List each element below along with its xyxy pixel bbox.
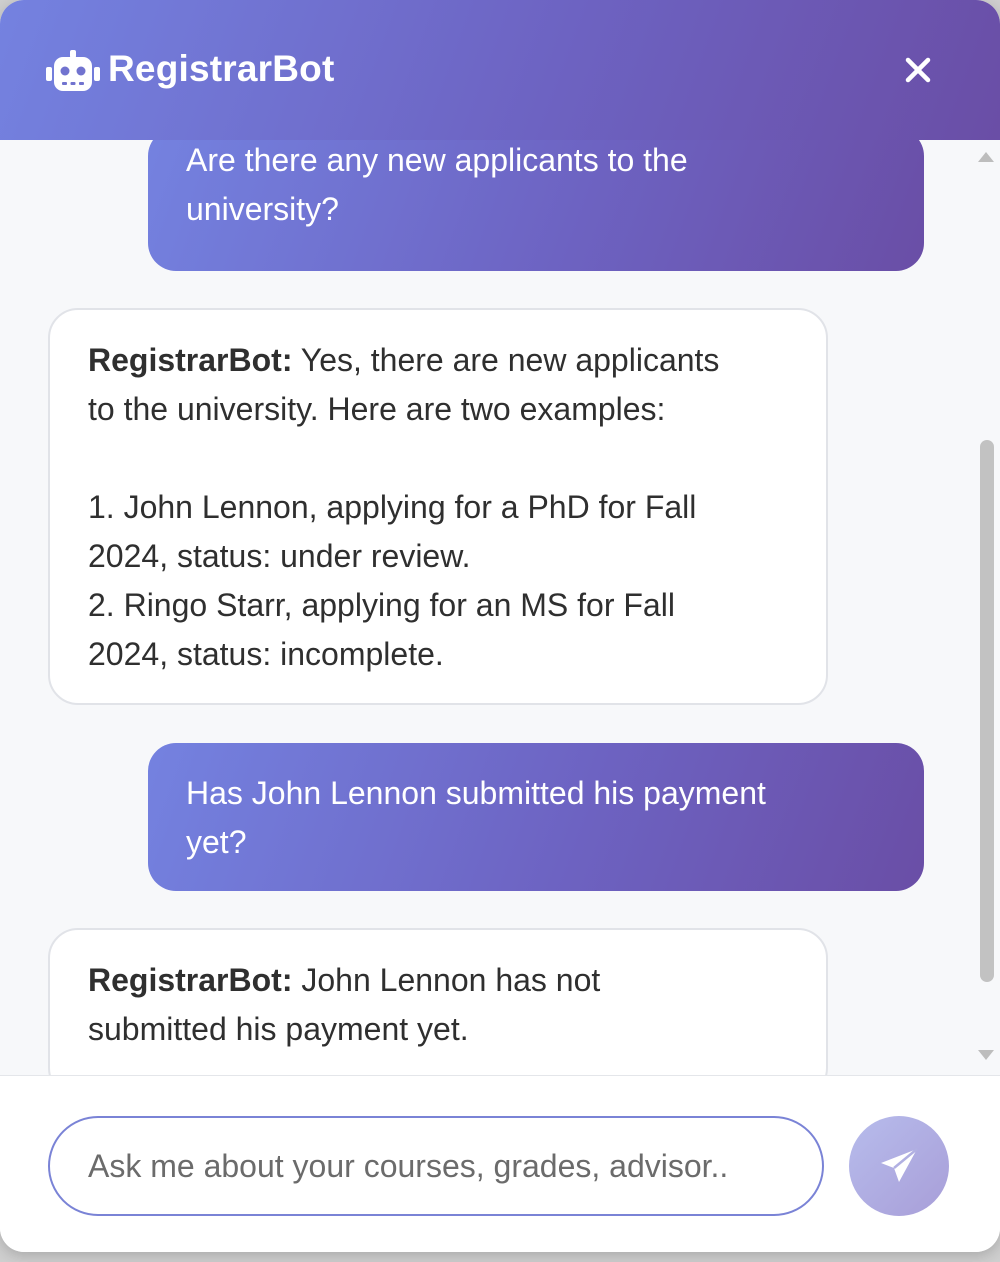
user-message: Has John Lennon submitted his payment ye…: [148, 743, 924, 891]
message-text: Yes, there are new applicants: [292, 342, 720, 378]
message-input[interactable]: [48, 1116, 824, 1216]
close-icon: [905, 57, 931, 83]
scroll-up-arrow-icon[interactable]: [978, 152, 994, 162]
close-button[interactable]: [900, 52, 936, 88]
message-line: [88, 434, 796, 483]
message-line: yet?: [186, 824, 247, 860]
scroll-down-arrow-icon[interactable]: [978, 1050, 994, 1060]
message-line: Are there any new applicants to the: [186, 142, 688, 178]
message-line: university?: [186, 191, 339, 227]
message-line: 1. John Lennon, applying for a PhD for F…: [88, 489, 697, 525]
message-line: Has John Lennon submitted his payment: [186, 775, 766, 811]
message-line: RegistrarBot: John Lennon has not: [88, 956, 796, 1005]
message-sender: RegistrarBot:: [88, 342, 293, 378]
message-line: to the university. Here are two examples…: [88, 391, 666, 427]
message-line: 2024, status: incomplete.: [88, 636, 444, 672]
send-button[interactable]: [849, 1116, 949, 1216]
bot-message: RegistrarBot: John Lennon has not submit…: [48, 928, 828, 1075]
user-message: Are there any new applicants to the univ…: [148, 140, 924, 271]
scrollbar-thumb[interactable]: [980, 440, 994, 982]
message-line: 2024, status: under review.: [88, 538, 471, 574]
message-line: 2. Ringo Starr, applying for an MS for F…: [88, 587, 675, 623]
robot-icon: [46, 50, 100, 92]
composer: [0, 1075, 1000, 1252]
message-line: RegistrarBot: Yes, there are new applica…: [88, 336, 796, 385]
send-icon: [881, 1148, 918, 1182]
chat-header: RegistrarBot: [0, 0, 1000, 140]
message-list[interactable]: Are there any new applicants to the univ…: [0, 140, 1000, 1075]
message-sender: RegistrarBot:: [88, 962, 293, 998]
bot-message: RegistrarBot: Yes, there are new applica…: [48, 308, 828, 705]
message-text: John Lennon has not: [292, 962, 601, 998]
chat-window: RegistrarBot Are there any new applicant…: [0, 0, 1000, 1252]
chat-title: RegistrarBot: [108, 48, 335, 89]
message-line: submitted his payment yet.: [88, 1011, 469, 1047]
